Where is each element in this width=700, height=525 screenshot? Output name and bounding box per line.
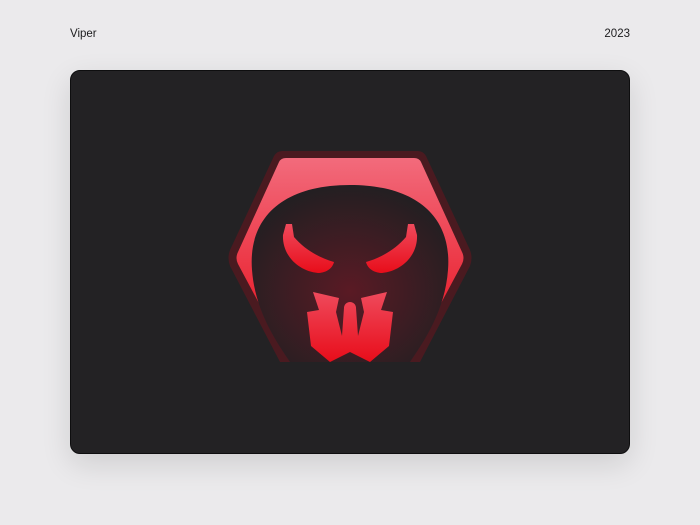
project-year: 2023 [604, 28, 630, 40]
project-title: Viper [70, 28, 97, 40]
mouth-fangs [307, 292, 393, 362]
viper-logo-icon [220, 140, 480, 380]
